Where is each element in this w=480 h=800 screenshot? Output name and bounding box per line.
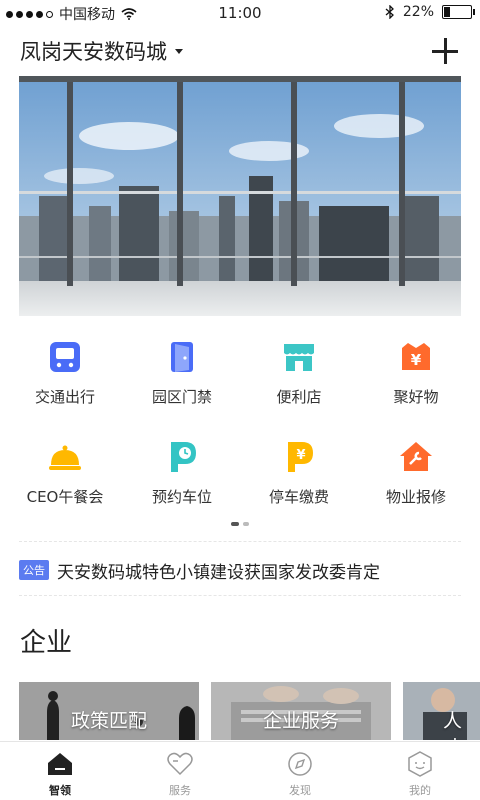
service-ceo-lunch[interactable]: CEO午餐会: [5, 430, 125, 520]
enterprise-cards: 政策匹配 企业服务 人才: [19, 682, 480, 740]
service-label: 停车缴费: [268, 488, 329, 506]
parking-payment-icon: ¥: [288, 442, 313, 472]
page-dot-active: [231, 522, 239, 526]
tab-label: 发现: [289, 784, 311, 797]
battery-icon: [442, 5, 475, 19]
announcement-text: 天安数码城特色小镇建设获国家发改委肯定: [57, 562, 380, 583]
tab-label: 服务: [169, 784, 191, 797]
battery-percent: 22%: [402, 4, 434, 20]
card-policy-match[interactable]: 政策匹配: [19, 682, 199, 740]
location-name: 凤岗天安数码城: [20, 40, 167, 64]
location-selector[interactable]: 凤岗天安数码城: [20, 36, 183, 66]
tab-profile[interactable]: 我的: [360, 742, 480, 800]
service-label: 物业报修: [385, 488, 446, 506]
tab-service[interactable]: 服务: [120, 742, 240, 800]
svg-text:¥: ¥: [296, 448, 305, 463]
header: 凤岗天安数码城: [0, 30, 480, 74]
divider: [19, 595, 461, 596]
service-goods[interactable]: ¥ 聚好物: [356, 330, 476, 420]
repair-house-icon: [400, 442, 432, 471]
status-bar: 中国移动 11:00 22%: [0, 0, 480, 26]
service-label: 聚好物: [393, 388, 439, 406]
service-label: 便利店: [276, 388, 322, 406]
compass-icon: [288, 752, 312, 776]
service-gate-access[interactable]: 园区门禁: [122, 330, 242, 420]
tab-home[interactable]: 智领: [0, 742, 120, 800]
tab-discover[interactable]: 发现: [240, 742, 360, 800]
door-icon: [171, 342, 193, 372]
banner-image[interactable]: [19, 76, 461, 316]
service-property-repair[interactable]: 物业报修: [356, 430, 476, 520]
service-label: 交通出行: [34, 388, 95, 406]
svg-text:¥: ¥: [411, 351, 422, 369]
chevron-down-icon: [175, 48, 183, 54]
section-title-enterprise: 企业: [20, 628, 73, 658]
card-label: 政策匹配: [70, 710, 147, 732]
card-enterprise-service[interactable]: 企业服务: [211, 682, 391, 740]
service-label: 预约车位: [151, 488, 212, 506]
bottom-tab-bar: 智领 服务 发现 我的: [0, 741, 480, 800]
service-parking-payment[interactable]: ¥ 停车缴费: [239, 430, 359, 520]
announcement-tag: 公告: [19, 560, 49, 580]
page-indicator: [0, 522, 480, 526]
card-label: 企业服务: [262, 710, 339, 732]
store-icon: [284, 344, 314, 371]
card-label: 人才: [443, 710, 463, 740]
profile-icon: [408, 751, 432, 777]
service-label: CEO午餐会: [26, 488, 104, 506]
page-dot: [243, 522, 249, 526]
heart-icon: [167, 752, 193, 776]
dining-cloche-icon: [49, 445, 81, 470]
bus-icon: [50, 342, 80, 372]
announcement-bar[interactable]: 公告 天安数码城特色小镇建设获国家发改委肯定: [19, 556, 461, 584]
service-store[interactable]: 便利店: [239, 330, 359, 420]
service-parking-reserve[interactable]: 预约车位: [122, 430, 242, 520]
tab-label: 智领: [49, 784, 71, 797]
service-transport[interactable]: 交通出行: [5, 330, 125, 420]
divider: [19, 541, 461, 542]
tab-label: 我的: [409, 784, 431, 797]
bluetooth-icon: [385, 5, 394, 19]
service-label: 园区门禁: [151, 388, 212, 406]
card-talent[interactable]: 人才: [403, 682, 480, 740]
gift-box-icon: ¥: [402, 343, 430, 370]
city-skyline-image: [19, 76, 461, 316]
home-icon: [48, 753, 72, 775]
parking-reserve-icon: [171, 442, 196, 472]
add-button[interactable]: [432, 38, 458, 64]
